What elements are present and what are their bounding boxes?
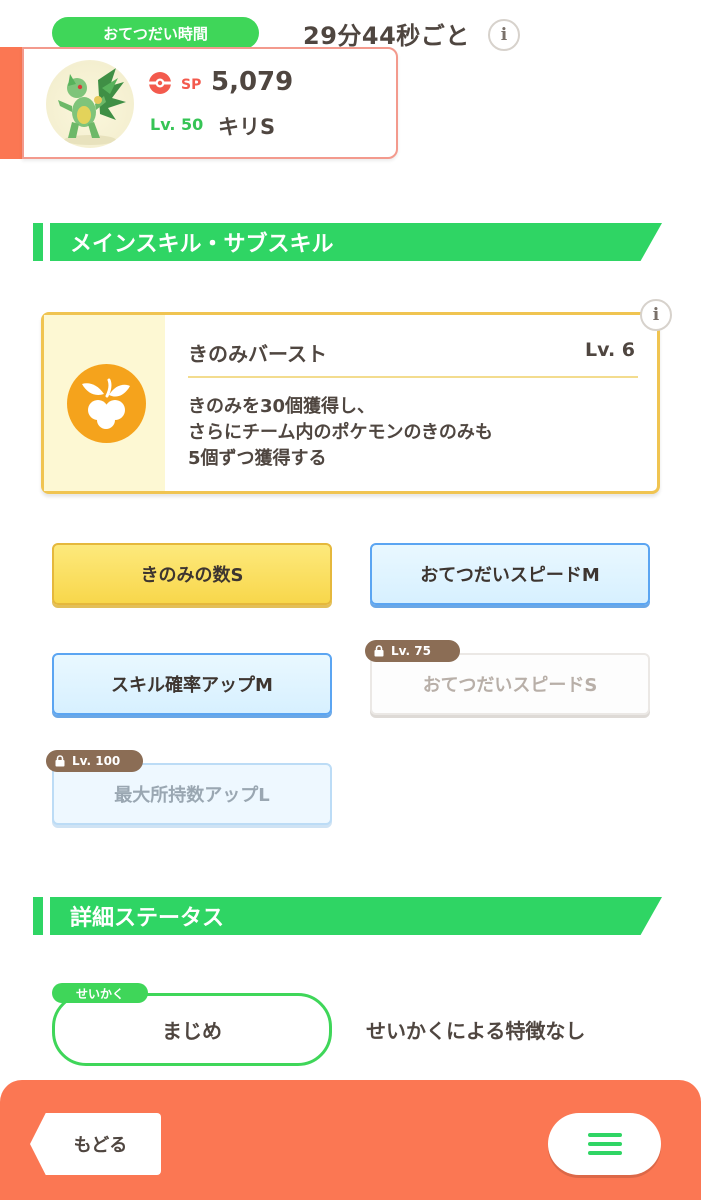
- section-marker: [33, 897, 43, 935]
- sub-skill-button-locked[interactable]: おてつだいスピードS: [370, 653, 650, 715]
- sp-icon: [148, 71, 172, 95]
- berry-icon: [67, 364, 146, 443]
- section-title-status: 詳細ステータス: [50, 897, 662, 935]
- info-icon[interactable]: i: [488, 19, 520, 51]
- pokemon-level: Lv. 50: [150, 115, 204, 134]
- hamburger-menu-icon: [587, 1133, 622, 1155]
- pokemon-sprite: [46, 60, 134, 148]
- sp-value: 5,079: [211, 67, 294, 97]
- section-marker: [33, 223, 43, 261]
- main-skill-name: きのみバースト: [188, 342, 327, 366]
- pokemon-name: キリS: [218, 115, 276, 139]
- lock-icon: [374, 645, 384, 657]
- lock-badge: Lv. 75: [365, 640, 460, 662]
- nature-effect: せいかくによる特徴なし: [366, 1019, 586, 1043]
- section-title-skills: メインスキル・サブスキル: [50, 223, 662, 261]
- nature-value[interactable]: まじめ: [52, 993, 332, 1066]
- help-time-label: おてつだい時間: [52, 17, 259, 49]
- main-skill-description-line: さらにチーム内のポケモンのきのみも: [188, 422, 493, 443]
- nature-tag: せいかく: [52, 983, 148, 1003]
- main-skill-level: Lv. 6: [585, 339, 635, 361]
- sp-label: SP: [181, 77, 202, 93]
- sub-skill-button[interactable]: きのみの数S: [52, 543, 332, 605]
- lock-icon: [55, 755, 65, 767]
- sub-skill-button[interactable]: おてつだいスピードM: [370, 543, 650, 605]
- main-skill-description-line: 5個ずつ獲得する: [188, 448, 327, 469]
- info-icon[interactable]: i: [640, 299, 672, 331]
- divider: [188, 376, 638, 378]
- lock-badge: Lv. 100: [46, 750, 143, 772]
- lock-level: Lv. 75: [391, 644, 431, 658]
- menu-button[interactable]: [548, 1113, 661, 1175]
- main-skill-description-line: きのみを30個獲得し、: [188, 396, 376, 417]
- lock-level: Lv. 100: [72, 754, 121, 768]
- back-button[interactable]: もどる: [30, 1113, 161, 1175]
- main-skill-description: きのみを30個獲得し、 さらにチーム内のポケモンのきのみも 5個ずつ獲得する: [188, 394, 638, 472]
- sub-skill-button-locked[interactable]: 最大所持数アップL: [52, 763, 332, 825]
- help-time-value: 29分44秒ごと: [303, 22, 470, 50]
- sub-skill-button[interactable]: スキル確率アップM: [52, 653, 332, 715]
